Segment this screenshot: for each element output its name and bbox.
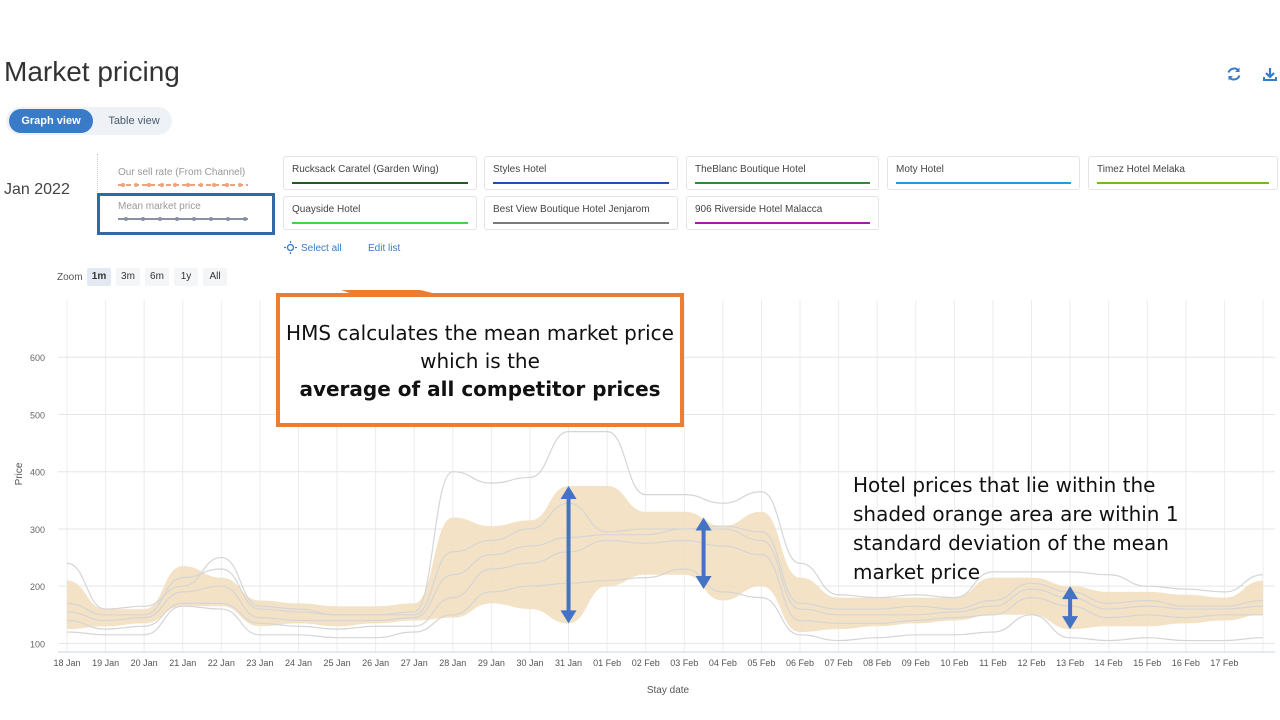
- x-tick-label: 11 Feb: [979, 658, 1006, 668]
- own-sell-rate-swatch: [118, 183, 248, 187]
- y-tick-label: 300: [30, 525, 45, 535]
- x-tick-label: 06 Feb: [786, 658, 814, 668]
- hotel-card[interactable]: Styles Hotel: [484, 156, 678, 190]
- hotel-name: 906 Riverside Hotel Malacca: [695, 204, 823, 215]
- x-tick-label: 02 Feb: [632, 658, 660, 668]
- select-all-icon[interactable]: [284, 241, 297, 259]
- hotel-card[interactable]: Rucksack Caratel (Garden Wing): [283, 156, 477, 190]
- hotel-color-bar: [292, 222, 468, 224]
- x-tick-label: 26 Jan: [362, 658, 389, 668]
- zoom-6m-button[interactable]: 6m: [145, 268, 169, 286]
- hotel-name: Styles Hotel: [493, 164, 547, 175]
- x-tick-label: 03 Feb: [670, 658, 698, 668]
- hotel-name: Best View Boutique Hotel Jenjarom: [493, 204, 650, 215]
- y-tick-label: 400: [30, 468, 45, 478]
- hotel-card[interactable]: Moty Hotel: [887, 156, 1080, 190]
- hotel-card[interactable]: 906 Riverside Hotel Malacca: [686, 196, 879, 230]
- legend-own-sell-rate[interactable]: Our sell rate (From Channel): [100, 157, 278, 193]
- zoom-label: Zoom: [57, 272, 83, 283]
- x-tick-label: 24 Jan: [285, 658, 312, 668]
- x-tick-label: 13 Feb: [1056, 658, 1084, 668]
- x-tick-label: 12 Feb: [1018, 658, 1046, 668]
- zoom-1m-button[interactable]: 1m: [87, 268, 111, 286]
- table-view-tab[interactable]: Table view: [94, 107, 174, 135]
- hotel-name: Moty Hotel: [896, 164, 944, 175]
- refresh-icon[interactable]: [1226, 66, 1242, 82]
- x-tick-label: 15 Feb: [1133, 658, 1161, 668]
- x-tick-label: 25 Jan: [324, 658, 351, 668]
- hotel-name: TheBlanc Boutique Hotel: [695, 164, 806, 175]
- y-tick-label: 100: [30, 639, 45, 649]
- x-tick-label: 14 Feb: [1095, 658, 1123, 668]
- hotel-color-bar: [695, 222, 870, 224]
- x-tick-label: 28 Jan: [439, 658, 466, 668]
- hotel-name: Rucksack Caratel (Garden Wing): [292, 164, 439, 175]
- month-label: Jan 2022: [4, 181, 70, 198]
- x-tick-label: 27 Jan: [401, 658, 428, 668]
- x-tick-label: 07 Feb: [825, 658, 853, 668]
- hotel-card[interactable]: Quayside Hotel: [283, 196, 477, 230]
- y-tick-label: 600: [30, 353, 45, 363]
- x-tick-label: 30 Jan: [516, 658, 543, 668]
- mean-price-highlight-box: [97, 193, 275, 235]
- zoom-1y-button[interactable]: 1y: [174, 268, 198, 286]
- hotel-name: Timez Hotel Melaka: [1097, 164, 1185, 175]
- callout-text: HMS calculates the mean market price whi…: [286, 321, 674, 373]
- zoom-3m-button[interactable]: 3m: [116, 268, 140, 286]
- view-toggle: Graph view Table view: [6, 107, 172, 135]
- x-tick-label: 19 Jan: [92, 658, 119, 668]
- x-tick-label: 31 Jan: [555, 658, 582, 668]
- x-tick-label: 20 Jan: [131, 658, 158, 668]
- zoom-all-button[interactable]: All: [203, 268, 227, 286]
- hotel-color-bar: [292, 182, 468, 184]
- x-tick-label: 04 Feb: [709, 658, 737, 668]
- mean-price-callout: HMS calculates the mean market price whi…: [276, 293, 684, 427]
- hotel-card[interactable]: Best View Boutique Hotel Jenjarom: [484, 196, 678, 230]
- x-tick-label: 16 Feb: [1172, 658, 1200, 668]
- callout-bold-text: average of all competitor prices: [299, 377, 661, 401]
- y-axis-title: Price: [14, 462, 25, 485]
- x-tick-label: 01 Feb: [593, 658, 621, 668]
- graph-view-tab[interactable]: Graph view: [9, 109, 93, 133]
- edit-list-link[interactable]: Edit list: [368, 243, 400, 254]
- y-tick-label: 200: [30, 582, 45, 592]
- hotel-color-bar: [493, 222, 669, 224]
- x-tick-label: 21 Jan: [169, 658, 196, 668]
- x-tick-label: 09 Feb: [902, 658, 930, 668]
- x-tick-label: 08 Feb: [863, 658, 891, 668]
- hotel-card[interactable]: TheBlanc Boutique Hotel: [686, 156, 879, 190]
- std-dev-note: Hotel prices that lie within the shaded …: [853, 473, 1179, 584]
- x-tick-label: 10 Feb: [940, 658, 968, 668]
- x-tick-label: 23 Jan: [246, 658, 273, 668]
- hotel-name: Quayside Hotel: [292, 204, 361, 215]
- x-axis-title: Stay date: [647, 685, 690, 696]
- x-tick-label: 05 Feb: [747, 658, 775, 668]
- x-tick-label: 17 Feb: [1210, 658, 1238, 668]
- hotel-color-bar: [695, 182, 870, 184]
- x-tick-label: 18 Jan: [53, 658, 80, 668]
- page-title: Market pricing: [4, 56, 180, 87]
- hotel-card[interactable]: Timez Hotel Melaka: [1088, 156, 1278, 190]
- hotel-color-bar: [896, 182, 1071, 184]
- select-all-link[interactable]: Select all: [301, 243, 342, 254]
- download-icon[interactable]: [1262, 66, 1278, 82]
- hotel-color-bar: [1097, 182, 1269, 184]
- x-tick-label: 22 Jan: [208, 658, 235, 668]
- hotel-color-bar: [493, 182, 669, 184]
- own-sell-rate-label: Our sell rate (From Channel): [118, 167, 246, 178]
- legend-divider: [97, 154, 98, 194]
- x-tick-label: 29 Jan: [478, 658, 505, 668]
- y-tick-label: 500: [30, 410, 45, 420]
